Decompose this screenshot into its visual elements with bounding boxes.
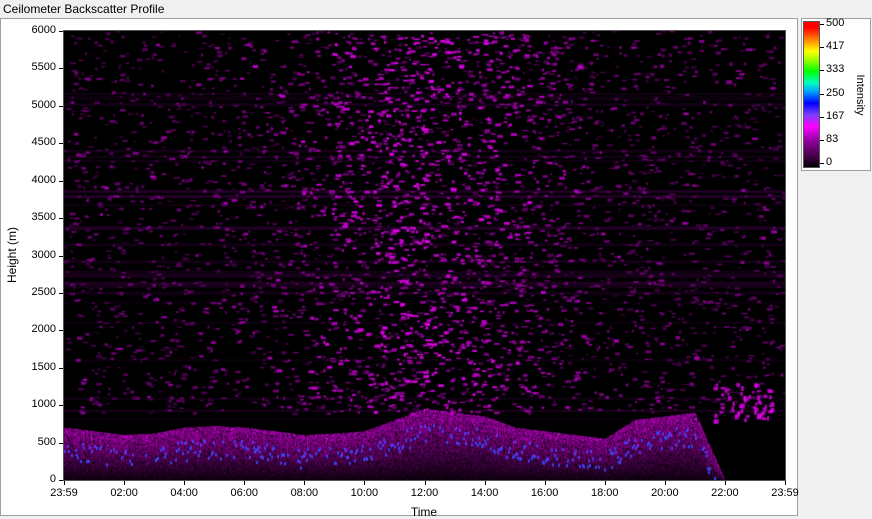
x-tick-mark	[364, 481, 366, 485]
colorbar-tick-mark	[820, 47, 824, 49]
y-tick-label: 0	[49, 473, 56, 485]
chart-title: Ceilometer Backscatter Profile	[3, 2, 165, 16]
plot-area	[63, 30, 786, 481]
y-tick-mark	[59, 143, 63, 145]
y-tick-mark	[59, 480, 63, 481]
y-tick-label: 3000	[31, 248, 56, 261]
x-tick-label: 02:00	[110, 487, 138, 499]
x-tick-label: 22:00	[711, 487, 739, 499]
y-tick-label: 3500	[31, 211, 56, 224]
x-tick-mark	[724, 481, 726, 485]
y-tick-mark	[59, 255, 63, 257]
x-tick-mark	[304, 481, 306, 485]
y-tick-mark	[59, 105, 63, 107]
x-tick-mark	[424, 481, 426, 485]
colorbar-tick-mark	[820, 24, 824, 25]
x-tick-mark	[604, 481, 606, 485]
y-tick-mark	[59, 68, 63, 70]
x-tick-mark	[785, 481, 786, 485]
x-tick-label: 04:00	[170, 487, 198, 499]
colorbar-tick-mark	[820, 163, 824, 164]
y-tick-mark	[59, 218, 63, 220]
x-tick-mark	[64, 481, 65, 485]
colorbar-tick-mark	[820, 70, 824, 72]
y-tick-label: 5000	[31, 98, 56, 111]
y-tick-label: 2000	[31, 323, 56, 336]
x-tick-label: 08:00	[290, 487, 319, 499]
y-tick-label: 1500	[31, 360, 56, 373]
colorbar-tick-label: 167	[826, 109, 845, 122]
y-tick-mark	[59, 367, 63, 369]
x-tick-mark	[244, 481, 246, 485]
x-tick-label: 12:00	[410, 487, 439, 499]
backscatter-heatmap	[64, 31, 785, 480]
colorbar-tick-label: 0	[826, 156, 833, 168]
y-tick-mark	[59, 31, 63, 32]
x-tick-mark	[184, 481, 186, 485]
x-tick-label: 10:00	[350, 487, 379, 499]
colorbar	[803, 21, 820, 168]
y-tick-mark	[59, 292, 63, 294]
y-tick-label: 4000	[31, 173, 56, 186]
y-tick-mark	[59, 405, 63, 407]
colorbar-tick-mark	[820, 116, 824, 118]
x-axis-label: Time	[410, 505, 438, 519]
colorbar-tick-mark	[820, 139, 824, 141]
colorbar-label: Intensity	[854, 74, 866, 116]
x-tick-label: 14:00	[470, 487, 499, 499]
y-tick-mark	[59, 442, 63, 444]
y-tick-label: 500	[37, 435, 56, 448]
colorbar-tick-label: 250	[826, 86, 845, 99]
colorbar-tick-label: 83	[826, 132, 839, 145]
x-tick-mark	[544, 481, 546, 485]
x-tick-label: 23:59	[771, 487, 799, 499]
y-tick-label: 6000	[31, 24, 56, 36]
y-tick-label: 5500	[31, 61, 56, 74]
x-tick-mark	[664, 481, 666, 485]
x-tick-mark	[124, 481, 126, 485]
y-tick-label: 4500	[31, 136, 56, 149]
y-tick-label: 1000	[31, 398, 56, 411]
x-tick-label: 16:00	[530, 487, 559, 499]
x-tick-label: 20:00	[651, 487, 679, 499]
colorbar-tick-label: 500	[826, 17, 845, 29]
x-tick-mark	[484, 481, 486, 485]
x-tick-label: 23:59	[50, 487, 78, 499]
x-tick-label: 18:00	[590, 487, 619, 499]
y-tick-mark	[59, 180, 63, 182]
colorbar-tick-label: 417	[826, 40, 845, 53]
y-tick-label: 2500	[31, 285, 56, 298]
x-tick-label: 06:00	[230, 487, 259, 499]
colorbar-tick-mark	[820, 93, 824, 95]
y-tick-mark	[59, 330, 63, 332]
colorbar-tick-label: 333	[826, 63, 845, 76]
